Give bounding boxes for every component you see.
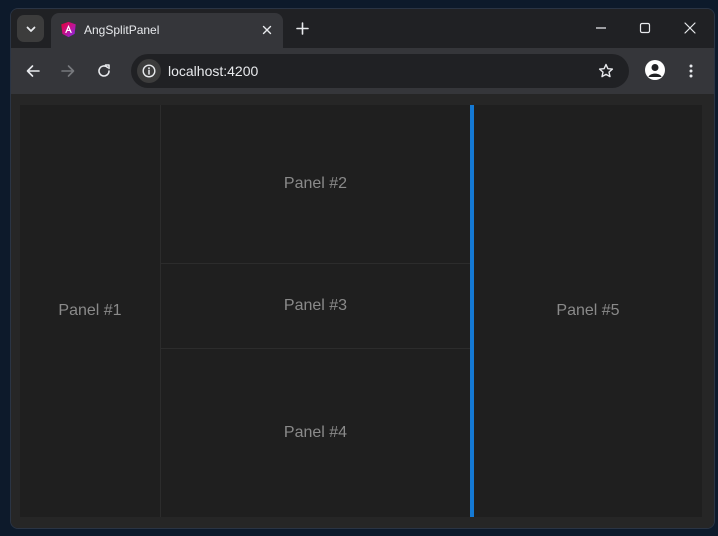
back-button[interactable] bbox=[21, 59, 45, 83]
site-info-button[interactable] bbox=[137, 59, 161, 83]
browser-toolbar: localhost:4200 bbox=[11, 48, 714, 94]
maximize-button[interactable] bbox=[633, 16, 657, 40]
panel-2: Panel #2 bbox=[161, 105, 470, 263]
panel-label: Panel #3 bbox=[283, 297, 348, 314]
reload-icon bbox=[98, 64, 110, 77]
tab-title: AngSplitPanel bbox=[84, 23, 160, 37]
plus-icon bbox=[295, 21, 309, 35]
forward-button[interactable] bbox=[56, 59, 80, 83]
maximize-icon bbox=[639, 22, 651, 34]
tab-strip: AngSplitPanel bbox=[11, 9, 714, 48]
profile-avatar[interactable] bbox=[645, 60, 665, 80]
menu-button[interactable] bbox=[679, 59, 703, 83]
tab-search-button[interactable] bbox=[17, 15, 44, 42]
minimize-icon bbox=[596, 27, 606, 29]
page-viewport: Panel #1 Panel #2 Panel #3 Panel #4 Pane… bbox=[11, 94, 714, 528]
angular-icon bbox=[61, 21, 76, 38]
person-icon bbox=[648, 64, 662, 77]
star-icon bbox=[598, 63, 614, 78]
panel-1: Panel #1 bbox=[20, 105, 160, 517]
arrow-right-icon bbox=[61, 65, 75, 77]
panel-label: Panel #1 bbox=[58, 302, 122, 319]
panel-4: Panel #4 bbox=[161, 349, 470, 517]
close-icon bbox=[684, 22, 696, 34]
panel-5: Panel #5 bbox=[474, 105, 702, 517]
chevron-down-icon bbox=[26, 26, 35, 32]
tab-close-button[interactable] bbox=[258, 21, 275, 38]
reload-button[interactable] bbox=[92, 59, 116, 83]
info-icon bbox=[142, 64, 156, 78]
more-vert-icon bbox=[689, 64, 693, 78]
url-text[interactable]: localhost:4200 bbox=[168, 63, 258, 79]
arrow-left-icon bbox=[26, 65, 40, 77]
new-tab-button[interactable] bbox=[291, 17, 313, 39]
close-icon bbox=[262, 25, 271, 34]
panel-label: Panel #2 bbox=[283, 175, 348, 192]
browser-window: AngSplitPanel localhost:4200 Panel #1 Pa… bbox=[10, 8, 715, 529]
panel-3: Panel #3 bbox=[161, 264, 470, 348]
panel-label: Panel #4 bbox=[283, 424, 348, 441]
bookmark-button[interactable] bbox=[594, 59, 618, 83]
split-panel-container: Panel #1 Panel #2 Panel #3 Panel #4 Pane… bbox=[20, 105, 702, 517]
panel-label: Panel #5 bbox=[556, 302, 620, 319]
close-window-button[interactable] bbox=[678, 16, 702, 40]
browser-tab[interactable]: AngSplitPanel bbox=[51, 13, 283, 48]
minimize-button[interactable] bbox=[589, 16, 613, 40]
address-bar[interactable]: localhost:4200 bbox=[131, 54, 629, 88]
